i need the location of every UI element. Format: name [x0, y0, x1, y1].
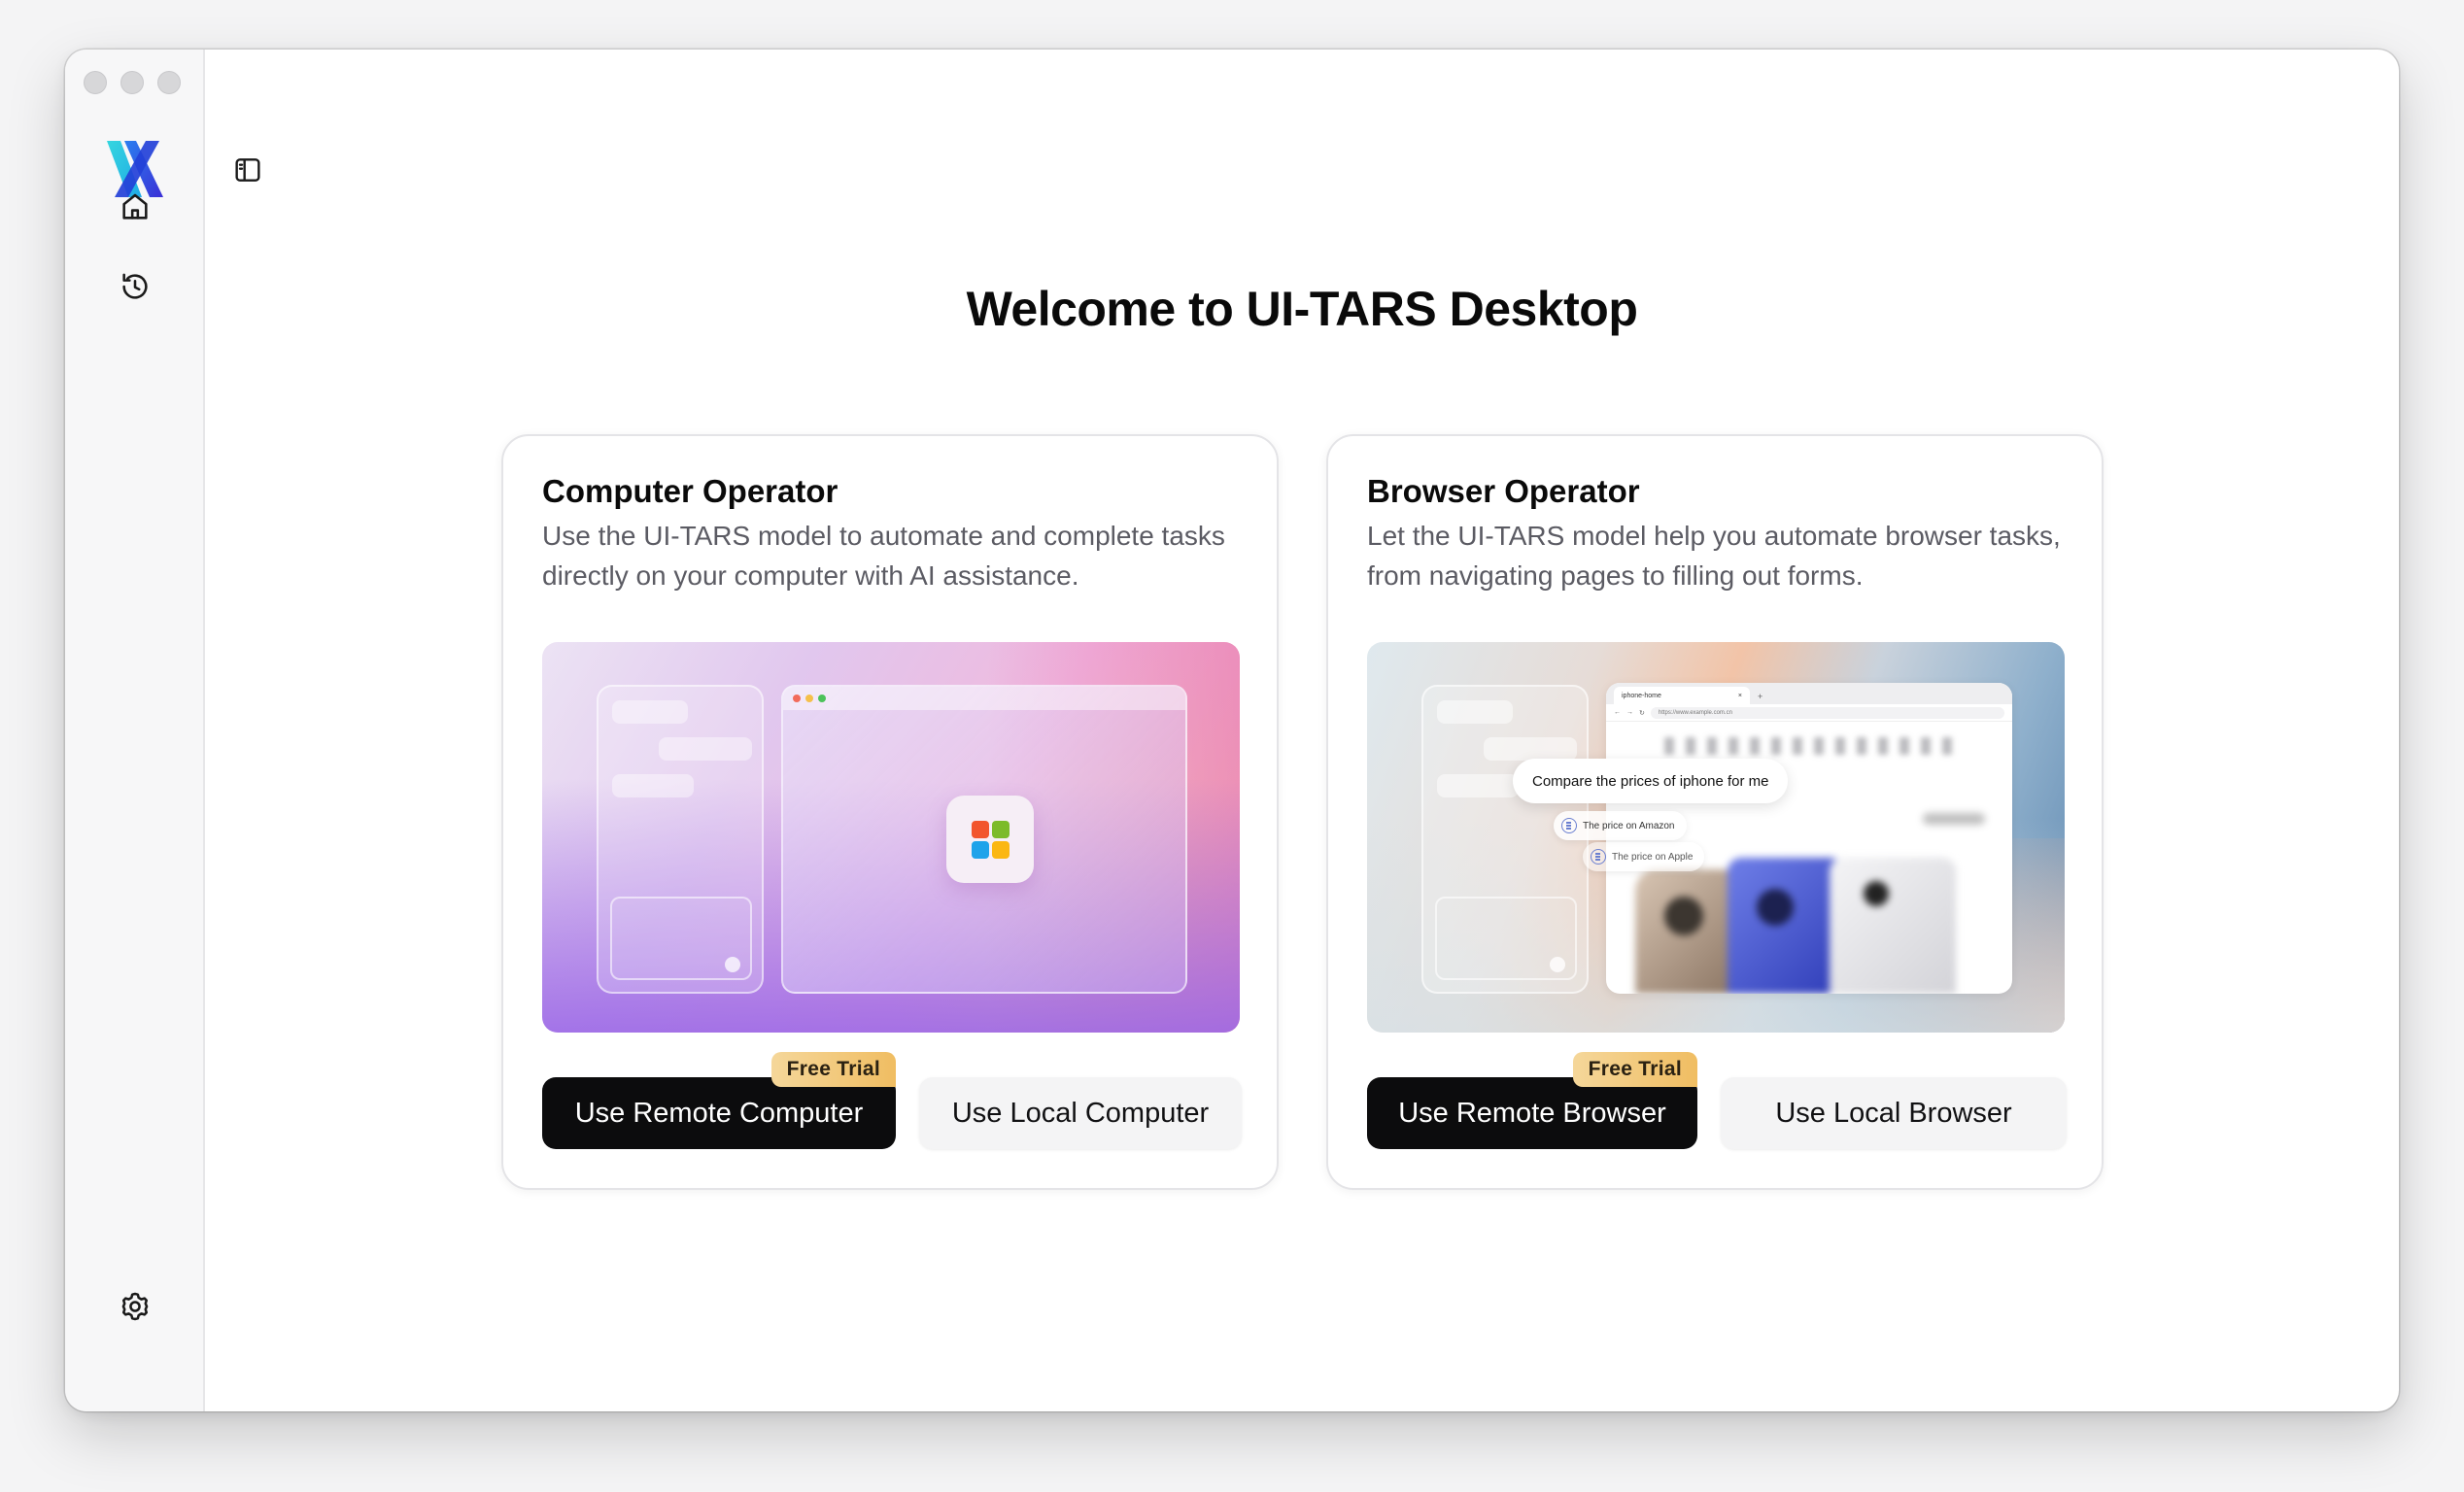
close-window-button[interactable] — [84, 71, 107, 94]
windows-logo-icon — [946, 796, 1034, 883]
browser-preview-image: iphone-home × + ← → ↻ https://www.example.c… — [1367, 642, 2065, 1033]
page-title: Welcome to UI-TARS Desktop — [966, 282, 1638, 336]
url-bar: https://www.example.com.cn — [1650, 706, 2004, 719]
window-controls — [84, 71, 181, 94]
history-icon[interactable] — [114, 265, 156, 308]
card-description: Use the UI-TARS model to automate and co… — [542, 521, 1225, 591]
use-remote-computer-button[interactable]: Use Remote Computer Free Trial — [542, 1052, 896, 1149]
button-label: Use Remote Computer — [574, 1097, 864, 1129]
sidebar — [65, 50, 205, 1411]
chat-step-apple: The price on Apple — [1583, 842, 1705, 871]
sidebar-toggle-icon[interactable] — [228, 151, 267, 189]
use-local-browser-button[interactable]: Use Local Browser — [1721, 1077, 2067, 1149]
gear-icon[interactable] — [114, 1285, 156, 1328]
card-title: Browser Operator — [1367, 473, 1640, 509]
card-title: Computer Operator — [542, 473, 838, 509]
free-trial-badge: Free Trial — [1572, 1052, 1697, 1087]
browser-operator-card: Browser Operator Let the UI-TARS model h… — [1326, 434, 2104, 1190]
app-window: Welcome to UI-TARS Desktop Computer Oper… — [65, 50, 2399, 1411]
home-icon[interactable] — [114, 186, 156, 228]
step-icon — [1561, 818, 1577, 833]
button-label: Use Remote Browser — [1398, 1097, 1666, 1129]
browser-tab: iphone-home × — [1614, 687, 1750, 704]
chat-step-amazon: The price on Amazon — [1554, 811, 1687, 840]
chat-prompt-bubble: Compare the prices of iphone for me — [1513, 759, 1789, 803]
use-local-computer-button[interactable]: Use Local Computer — [919, 1077, 1242, 1149]
free-trial-badge: Free Trial — [770, 1052, 896, 1087]
minimize-window-button[interactable] — [120, 71, 144, 94]
phone-mockup — [597, 685, 764, 994]
use-remote-browser-button[interactable]: Use Remote Browser Free Trial — [1367, 1052, 1697, 1149]
maximize-window-button[interactable] — [157, 71, 181, 94]
iphone-product-image — [1635, 858, 1985, 994]
card-description: Let the UI-TARS model help you automate … — [1367, 521, 2061, 591]
step-icon — [1591, 849, 1606, 865]
computer-operator-card: Computer Operator Use the UI-TARS model … — [501, 434, 1279, 1190]
computer-preview-image — [542, 642, 1240, 1033]
desktop-mockup — [781, 685, 1187, 994]
